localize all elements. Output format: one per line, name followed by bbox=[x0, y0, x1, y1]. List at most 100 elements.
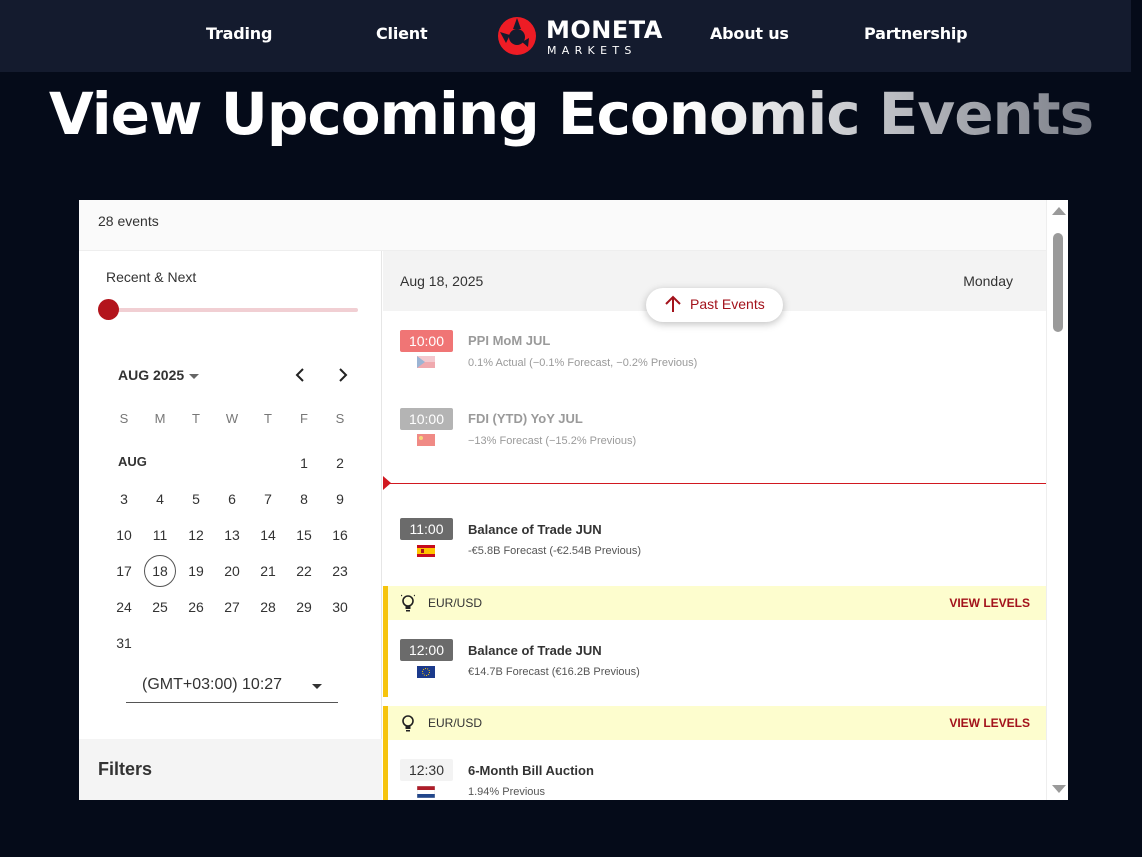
calendar-panel: Recent & Next AUG 2025 S M T W T F S AUG… bbox=[79, 251, 382, 800]
view-levels-link[interactable]: VIEW LEVELS bbox=[949, 716, 1030, 730]
calendar-day[interactable]: 13 bbox=[214, 517, 250, 553]
calendar-day[interactable]: 30 bbox=[322, 589, 358, 625]
filters-section[interactable]: Filters bbox=[79, 739, 382, 800]
calendar-day[interactable]: 31 bbox=[106, 625, 142, 661]
calendar-day[interactable]: 1 bbox=[286, 445, 322, 481]
currency-pair-card: EUR/USD VIEW LEVELS 12:00 Balance of Tra… bbox=[383, 586, 1046, 697]
range-label: Recent & Next bbox=[106, 269, 197, 285]
current-time-marker-icon bbox=[383, 476, 391, 490]
currency-pair-card: EUR/USD VIEW LEVELS 12:30 6-Month Bill A… bbox=[383, 706, 1046, 800]
calendar-day[interactable]: 22 bbox=[286, 553, 322, 589]
past-events-label: Past Events bbox=[690, 296, 765, 312]
calendar-day[interactable]: 6 bbox=[214, 481, 250, 517]
event-time: 12:00 bbox=[400, 639, 453, 661]
nav-about-us[interactable]: About us bbox=[710, 24, 789, 43]
event-title: FDI (YTD) YoY JUL bbox=[468, 411, 583, 426]
calendar-day[interactable]: 21 bbox=[250, 553, 286, 589]
lightbulb-icon bbox=[401, 594, 415, 612]
calendar-day[interactable]: 5 bbox=[178, 481, 214, 517]
caret-down-icon bbox=[312, 684, 322, 689]
calendar-day[interactable]: 29 bbox=[286, 589, 322, 625]
currency-pair-name: EUR/USD bbox=[428, 596, 483, 610]
weekday-label: M bbox=[154, 411, 166, 426]
calendar-day[interactable]: 2 bbox=[322, 445, 358, 481]
currency-pair-name: EUR/USD bbox=[428, 716, 483, 730]
calendar-day[interactable]: 7 bbox=[250, 481, 286, 517]
calendar-day[interactable]: 10 bbox=[106, 517, 142, 553]
currency-pair-bar: EUR/USD VIEW LEVELS bbox=[388, 706, 1046, 740]
logo-subtitle: MARKETS bbox=[547, 44, 637, 57]
weekday-label: F bbox=[300, 411, 308, 426]
range-slider-track[interactable] bbox=[109, 308, 358, 312]
nav-trading[interactable]: Trading bbox=[206, 24, 272, 43]
weekday-label: W bbox=[225, 411, 239, 426]
calendar-day[interactable]: 12 bbox=[178, 517, 214, 553]
calendar-day[interactable]: 28 bbox=[250, 589, 286, 625]
event-details: 0.1% Actual (−0.1% Forecast, −0.2% Previ… bbox=[468, 357, 698, 369]
event-title: Balance of Trade JUN bbox=[468, 522, 602, 537]
event-title: PPI MoM JUL bbox=[468, 333, 551, 348]
netherlands-flag-icon bbox=[417, 786, 435, 798]
event-time: 10:00 bbox=[400, 408, 453, 430]
event-title: 6-Month Bill Auction bbox=[468, 763, 594, 778]
calendar-month-short: AUG bbox=[118, 454, 147, 469]
month-selector[interactable]: AUG 2025 bbox=[118, 367, 200, 383]
lightbulb-icon bbox=[402, 715, 414, 732]
calendar-day[interactable]: 27 bbox=[214, 589, 250, 625]
date-header-day: Monday bbox=[963, 273, 1013, 289]
calendar-day[interactable]: 14 bbox=[250, 517, 286, 553]
nav-partnership[interactable]: Partnership bbox=[864, 24, 968, 43]
caret-down-icon bbox=[189, 373, 200, 379]
events-panel: Aug 18, 2025 Monday 10:00 PPI MoM JUL 0.… bbox=[383, 251, 1046, 800]
current-time-line bbox=[383, 483, 1046, 484]
weekday-label: T bbox=[192, 411, 200, 426]
chevron-right-icon[interactable] bbox=[330, 363, 354, 387]
moneta-logo[interactable]: MONETA MARKETS bbox=[497, 14, 662, 58]
currency-pair-bar: EUR/USD VIEW LEVELS bbox=[388, 586, 1046, 620]
moneta-logo-icon bbox=[498, 17, 536, 55]
arrow-up-icon bbox=[665, 295, 681, 312]
scroll-down-icon[interactable] bbox=[1052, 785, 1066, 793]
weekday-label: S bbox=[335, 411, 345, 426]
selected-day-ring: 18 bbox=[144, 555, 176, 587]
calendar-day[interactable]: 16 bbox=[322, 517, 358, 553]
calendar-day[interactable]: 9 bbox=[322, 481, 358, 517]
calendar-day[interactable]: 23 bbox=[322, 553, 358, 589]
china-flag-icon bbox=[417, 434, 435, 446]
calendar-day[interactable]: 8 bbox=[286, 481, 322, 517]
event-time: 10:00 bbox=[400, 330, 453, 352]
view-levels-link[interactable]: VIEW LEVELS bbox=[949, 596, 1030, 610]
spain-flag-icon bbox=[417, 545, 435, 557]
calendar-day[interactable]: 24 bbox=[106, 589, 142, 625]
weekday-label: S bbox=[119, 411, 129, 426]
calendar-day[interactable]: 4 bbox=[142, 481, 178, 517]
filters-title: Filters bbox=[98, 759, 153, 779]
economic-calendar-widget: 28 events Recent & Next AUG 2025 S M T W… bbox=[79, 200, 1068, 800]
eu-flag-icon bbox=[417, 666, 435, 678]
calendar-day[interactable]: 18 bbox=[142, 553, 178, 589]
scrollbar[interactable] bbox=[1046, 200, 1068, 800]
logo-wordmark: MONETA bbox=[546, 16, 663, 44]
event-title: Balance of Trade JUN bbox=[468, 643, 602, 658]
weekday-label: T bbox=[264, 411, 272, 426]
calendar-day[interactable]: 15 bbox=[286, 517, 322, 553]
chevron-left-icon[interactable] bbox=[289, 363, 313, 387]
past-events-button[interactable]: Past Events bbox=[646, 288, 783, 322]
top-nav: Trading Client MONETA MARKETS About us P… bbox=[0, 0, 1131, 72]
calendar-day[interactable]: 11 bbox=[142, 517, 178, 553]
calendar-day[interactable]: 26 bbox=[178, 589, 214, 625]
calendar-day[interactable]: 3 bbox=[106, 481, 142, 517]
scroll-up-icon[interactable] bbox=[1052, 207, 1066, 215]
scrollbar-thumb[interactable] bbox=[1053, 233, 1063, 332]
range-slider-thumb[interactable] bbox=[98, 299, 119, 320]
month-label: AUG 2025 bbox=[118, 367, 185, 383]
timezone-select[interactable]: (GMT+03:00) 10:27 bbox=[126, 672, 338, 703]
nav-client[interactable]: Client bbox=[376, 24, 428, 43]
calendar-day[interactable]: 17 bbox=[106, 553, 142, 589]
page-title: View Upcoming Economic Events bbox=[0, 80, 1142, 148]
calendar-day[interactable]: 20 bbox=[214, 553, 250, 589]
calendar-day[interactable]: 19 bbox=[178, 553, 214, 589]
czech-flag-icon bbox=[417, 356, 435, 368]
event-time: 12:30 bbox=[400, 759, 453, 781]
calendar-day[interactable]: 25 bbox=[142, 589, 178, 625]
